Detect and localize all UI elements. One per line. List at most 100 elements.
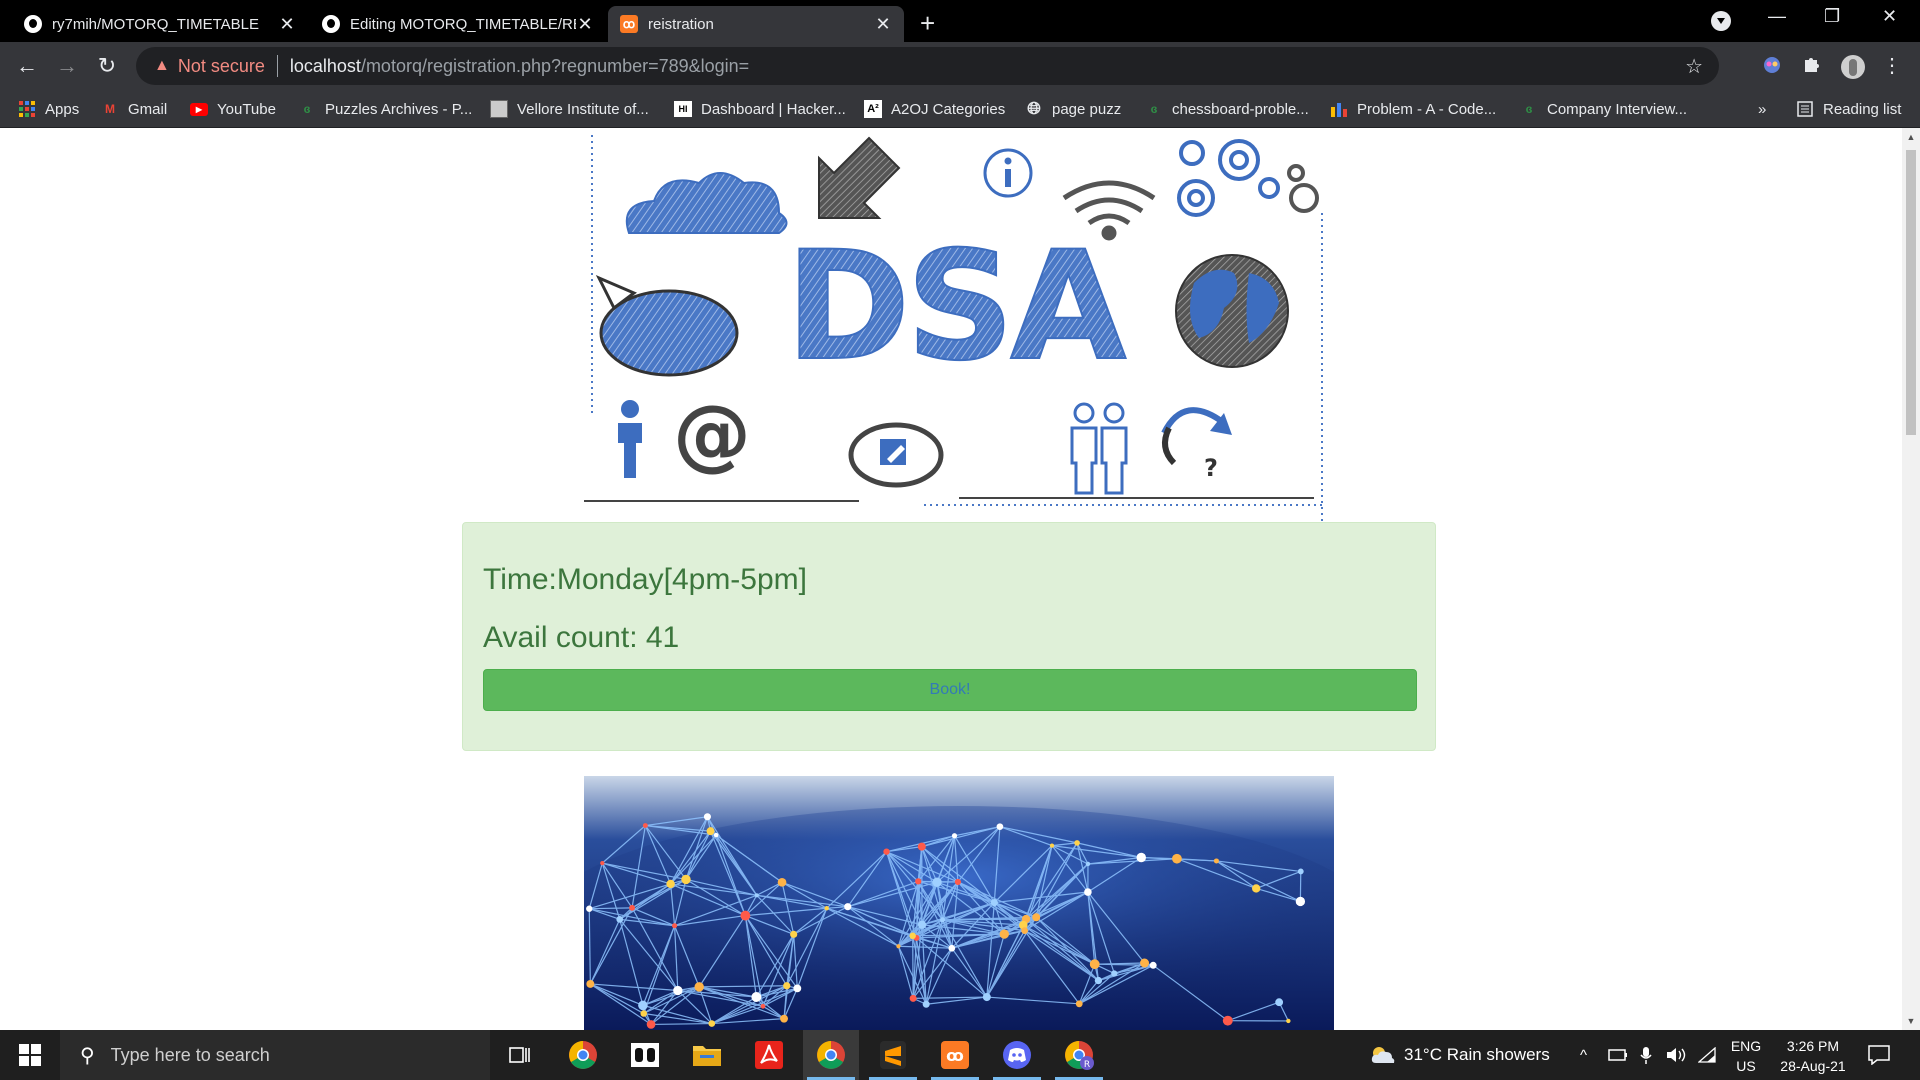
- tab-github-editing[interactable]: Editing MOTORQ_TIMETABLE/RE ✕: [310, 6, 606, 42]
- network-node: [783, 982, 791, 990]
- tab-search-icon[interactable]: [1711, 11, 1731, 31]
- scroll-thumb[interactable]: [1906, 150, 1916, 435]
- wifi-tray-icon[interactable]: [1698, 1030, 1716, 1080]
- reading-list-label: Reading list: [1823, 100, 1902, 118]
- search-icon: ⚲: [80, 1044, 95, 1067]
- notifications-icon[interactable]: [1868, 1030, 1890, 1080]
- scroll-down-icon[interactable]: ▼: [1902, 1016, 1920, 1026]
- clock[interactable]: 3:26 PM 28-Aug-21: [1768, 1036, 1858, 1076]
- menu-kebab-icon[interactable]: ⋮: [1880, 54, 1904, 78]
- start-button[interactable]: [0, 1030, 60, 1080]
- acrobat-icon[interactable]: [741, 1030, 797, 1080]
- close-tab-icon[interactable]: ✕: [874, 14, 892, 35]
- warning-icon[interactable]: ▲: [154, 57, 170, 75]
- network-node: [1085, 861, 1091, 867]
- tab-registration[interactable]: ꝏ reistration ✕: [608, 6, 904, 42]
- gfg-icon: ɞ: [1525, 102, 1533, 116]
- bookmark-codeforces[interactable]: Problem - A - Code...: [1330, 98, 1496, 120]
- dolby-access-icon[interactable]: [617, 1030, 673, 1080]
- weather-text: 31°C Rain showers: [1404, 1045, 1550, 1064]
- bookmark-apps[interactable]: Apps: [18, 98, 79, 120]
- forward-icon[interactable]: →: [52, 51, 82, 81]
- network-image: [584, 776, 1334, 1030]
- network-node: [824, 905, 829, 911]
- bookmark-company-interview[interactable]: ɞ Company Interview...: [1520, 98, 1687, 120]
- bookmark-a2oj[interactable]: A² A2OJ Categories: [864, 98, 1005, 120]
- network-node: [616, 915, 624, 923]
- back-icon[interactable]: ←: [12, 51, 42, 81]
- tab-github-timetable[interactable]: ry7mih/MOTORQ_TIMETABLE ✕: [12, 6, 308, 42]
- bookmark-label: Gmail: [128, 100, 168, 118]
- person-info-icon: [618, 400, 642, 478]
- network-node: [1094, 976, 1103, 985]
- gfg-icon: ɞ: [1150, 102, 1158, 116]
- network-node: [922, 1000, 930, 1008]
- globe-icon: [1175, 254, 1289, 368]
- gmail-icon: M: [105, 102, 115, 116]
- bookmark-star-icon[interactable]: ☆: [1685, 54, 1703, 79]
- bookmark-hackerrank[interactable]: HI Dashboard | Hacker...: [674, 98, 846, 120]
- extension-icon[interactable]: [1760, 54, 1784, 78]
- bookmark-youtube[interactable]: ▶ YouTube: [190, 98, 276, 120]
- bookmark-label: YouTube: [217, 100, 276, 118]
- network-node: [640, 1010, 647, 1017]
- chrome-profile-icon[interactable]: R: [1051, 1030, 1107, 1080]
- battery-icon[interactable]: [1608, 1030, 1628, 1080]
- scroll-up-icon[interactable]: ▲: [1902, 132, 1920, 142]
- network-node: [1213, 858, 1219, 864]
- github-icon: [322, 15, 340, 33]
- bookmark-page-puzz[interactable]: 🌐︎ page puzz: [1025, 98, 1121, 120]
- chrome-icon[interactable]: [555, 1030, 611, 1080]
- network-node: [1252, 884, 1261, 893]
- extensions-puzzle-icon[interactable]: [1800, 54, 1824, 78]
- network-node: [760, 1003, 766, 1009]
- address-bar[interactable]: ▲ Not secure localhost/motorq/registrati…: [136, 47, 1719, 85]
- network-node: [932, 877, 942, 887]
- network-node: [751, 992, 762, 1002]
- network-node: [982, 993, 991, 1002]
- network-node: [646, 1020, 656, 1029]
- slot-avail-count: Avail count: 41: [483, 621, 680, 654]
- reading-list-button[interactable]: Reading list: [1796, 98, 1901, 120]
- close-tab-icon[interactable]: ✕: [576, 14, 594, 35]
- reload-icon[interactable]: ↻: [92, 51, 122, 81]
- close-tab-icon[interactable]: ✕: [278, 14, 296, 35]
- restore-icon[interactable]: ❐: [1824, 6, 1840, 27]
- weather-widget[interactable]: 31°C Rain showers: [1370, 1030, 1550, 1080]
- search-placeholder: Type here to search: [110, 1044, 270, 1065]
- new-tab-icon[interactable]: +: [920, 8, 935, 39]
- network-node: [909, 994, 917, 1002]
- chrome-active-icon[interactable]: [803, 1030, 859, 1080]
- more-bookmarks-button[interactable]: »: [1758, 98, 1766, 120]
- network-node: [1149, 961, 1157, 969]
- xampp-icon[interactable]: ꝏ: [927, 1030, 983, 1080]
- url-host: localhost: [289, 55, 361, 76]
- network-node: [780, 1014, 788, 1023]
- show-hidden-icons[interactable]: ^: [1580, 1030, 1587, 1080]
- network-node: [586, 979, 595, 988]
- microphone-icon[interactable]: [1640, 1030, 1652, 1080]
- avatar[interactable]: [1840, 54, 1865, 79]
- security-label[interactable]: Not secure: [178, 56, 265, 77]
- gears-icon: [1177, 139, 1319, 217]
- close-window-icon[interactable]: ✕: [1882, 6, 1897, 27]
- language-indicator[interactable]: ENG US: [1728, 1036, 1764, 1076]
- bookmark-gmail[interactable]: M Gmail: [101, 98, 167, 120]
- discord-icon[interactable]: [989, 1030, 1045, 1080]
- network-node: [844, 903, 852, 911]
- network-link: [589, 907, 633, 910]
- bookmark-vit[interactable]: Vellore Institute of...: [490, 98, 649, 120]
- page-scrollbar[interactable]: ▲ ▼: [1902, 128, 1920, 1030]
- book-button[interactable]: Book!: [483, 669, 1417, 711]
- minimize-icon[interactable]: —: [1768, 6, 1786, 27]
- tab-title: ry7mih/MOTORQ_TIMETABLE: [52, 15, 259, 33]
- at-sign-icon: @: [673, 390, 751, 480]
- bookmark-puzzles[interactable]: ɞ Puzzles Archives - P...: [298, 98, 473, 120]
- task-view-icon[interactable]: [492, 1030, 548, 1080]
- network-node: [740, 910, 751, 921]
- sublime-text-icon[interactable]: [865, 1030, 921, 1080]
- taskbar-search[interactable]: ⚲ Type here to search: [60, 1030, 490, 1080]
- volume-icon[interactable]: [1666, 1030, 1686, 1080]
- bookmark-chessboard[interactable]: ɞ chessboard-proble...: [1145, 98, 1309, 120]
- file-explorer-icon[interactable]: [679, 1030, 735, 1080]
